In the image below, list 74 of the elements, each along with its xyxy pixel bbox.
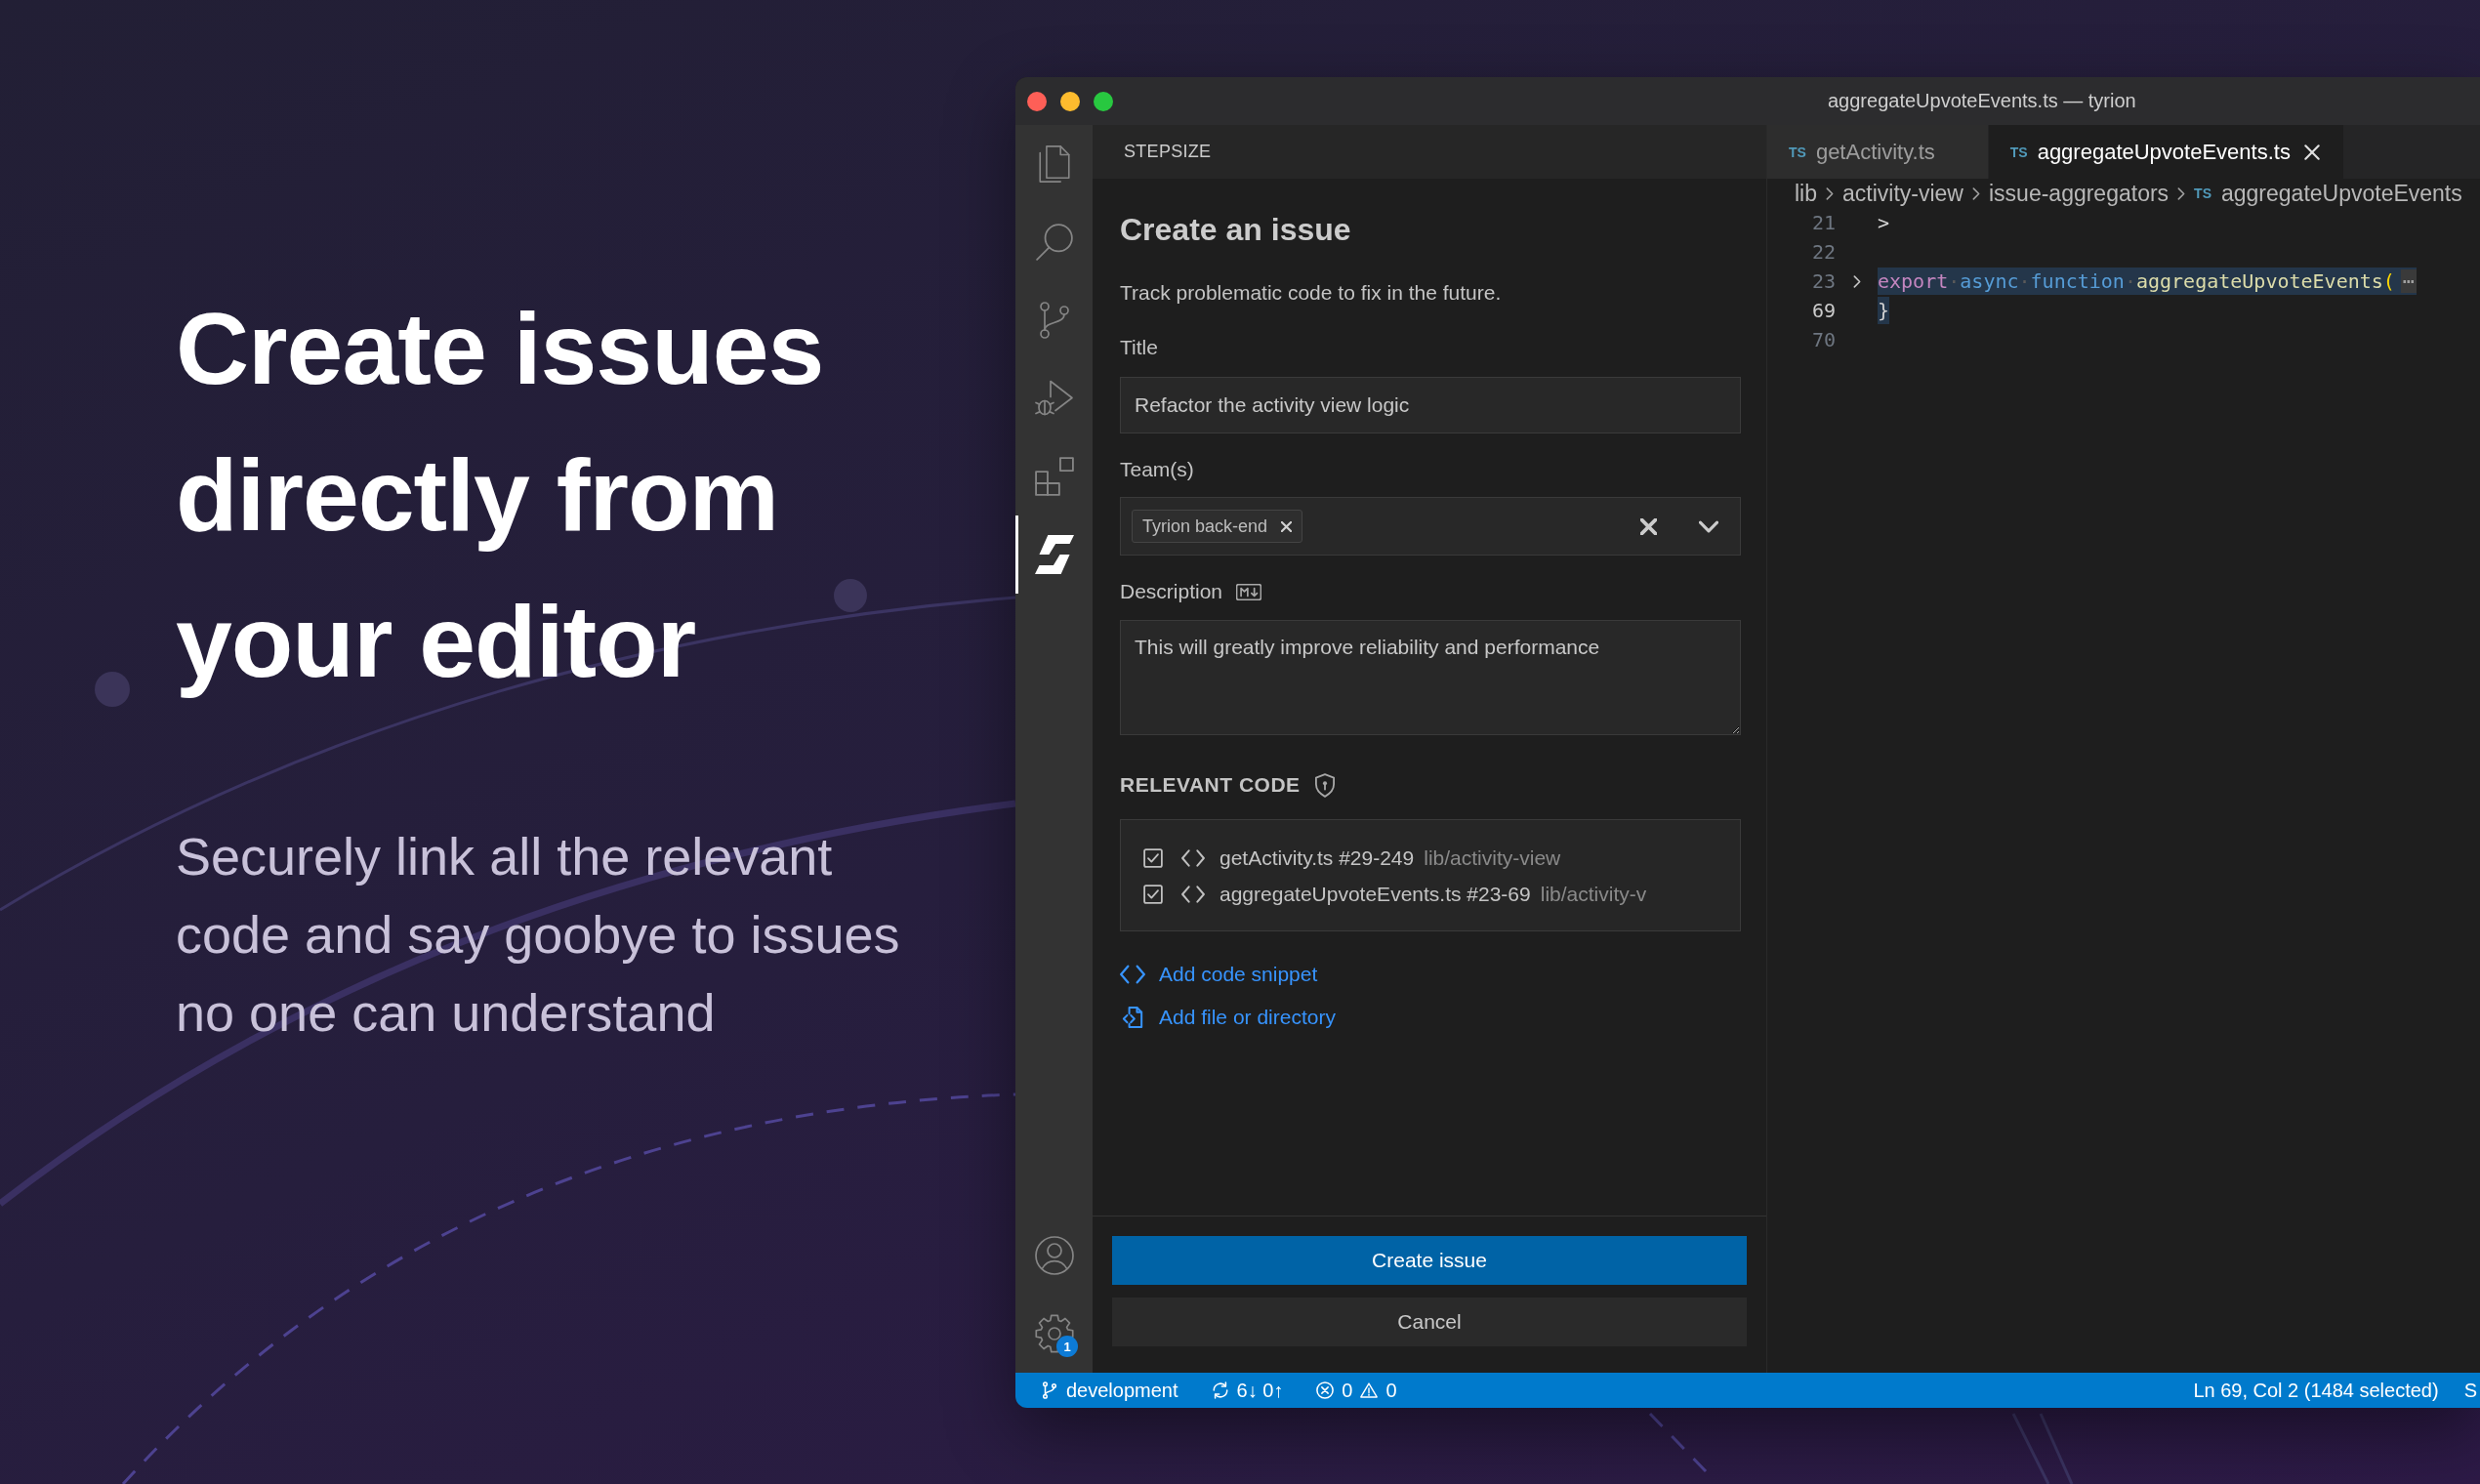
add-file-link[interactable]: Add file or directory — [1120, 1003, 1336, 1032]
branch-status[interactable]: development — [1041, 1379, 1178, 1402]
decorative-dot — [95, 672, 130, 707]
file-type-label: TS — [2009, 144, 2028, 160]
cancel-button[interactable]: Cancel — [1112, 1298, 1747, 1346]
window-title: aggregateUpvoteEvents.ts — tyrion — [1828, 90, 2136, 112]
checkbox[interactable] — [1143, 884, 1163, 904]
description-field[interactable]: This will greatly improve reliability and performance — [1120, 620, 1741, 735]
intro-text: Track problematic code to fix in the future. — [1120, 280, 1502, 306]
editor-tab[interactable]: TS aggregateUpvoteEvents.ts — [1988, 125, 2344, 179]
status-item[interactable]: S — [2463, 1379, 2477, 1402]
problems-status[interactable]: 0 0 — [1316, 1379, 1397, 1402]
field-label: Title — [1120, 335, 1158, 360]
search-icon[interactable] — [1034, 223, 1074, 262]
snippet-name: aggregateUpvoteEvents.ts #23-69 — [1219, 882, 1531, 906]
section-heading: RELEVANT CODE — [1120, 772, 1301, 798]
snippet-name: getActivity.ts #29-249 — [1219, 845, 1415, 870]
field-label: Team(s) — [1120, 457, 1194, 482]
logo-icon[interactable] — [1034, 535, 1074, 574]
checkbox[interactable] — [1143, 847, 1163, 868]
code-line: > — [1878, 210, 1890, 236]
settings-icon[interactable] — [1034, 1314, 1074, 1353]
error-icon — [1316, 1381, 1335, 1399]
headline: Create issues directly from your editor — [176, 291, 825, 700]
editor-tab[interactable]: TS getActivity.ts — [1767, 125, 1989, 179]
snippet-path: lib/activity-v — [1540, 882, 1647, 906]
breadcrumb-item[interactable]: activity-view — [1842, 180, 1963, 207]
line-number: 22 — [1810, 240, 1836, 264]
remove-icon[interactable] — [1281, 520, 1293, 532]
line-number: 21 — [1810, 211, 1836, 234]
code-icon — [1181, 848, 1205, 867]
close-button[interactable] — [1027, 91, 1047, 111]
branch-icon — [1041, 1381, 1058, 1399]
code-icon — [1120, 964, 1145, 985]
snippet-path: lib/activity-view — [1424, 845, 1561, 870]
tag-label: Tyrion back-end — [1142, 515, 1268, 537]
shield-icon — [1313, 772, 1336, 798]
file-type-label: TS — [1789, 144, 1806, 160]
team-select[interactable]: Tyrion back-end — [1120, 497, 1741, 556]
breadcrumb-item[interactable]: lib — [1795, 180, 1817, 207]
warning-icon — [1360, 1381, 1379, 1399]
line-number: 69 — [1810, 299, 1836, 322]
chevron-right-icon — [1972, 186, 1980, 200]
breadcrumb-item[interactable]: issue-aggregators — [1989, 180, 2170, 207]
markdown-icon — [1236, 583, 1262, 600]
title-field[interactable]: Refactor the activity view logic — [1120, 377, 1741, 433]
subtitle: Securely link all the relevant code and say goobye to issues no one can understand — [176, 826, 901, 1044]
sync-icon — [1211, 1381, 1229, 1399]
notification-badge: 1 — [1056, 1336, 1078, 1357]
blocks-icon[interactable] — [1034, 457, 1074, 496]
line-number: 70 — [1810, 328, 1836, 351]
chevron-right-icon — [2177, 186, 2186, 200]
breadcrumb-item[interactable]: TS aggregateUpvoteEvents — [2194, 180, 2462, 207]
chevron-right-icon[interactable] — [1852, 274, 1861, 288]
add-snippet-link[interactable]: Add code snippet — [1120, 960, 1318, 989]
sync-status[interactable]: 6↓ 0↑ — [1211, 1379, 1284, 1402]
close-icon[interactable] — [2303, 144, 2320, 160]
field-label: Description — [1120, 579, 1223, 604]
line-number: 23 — [1810, 269, 1836, 293]
minimize-button[interactable] — [1060, 91, 1080, 111]
chevron-down-icon[interactable] — [1699, 519, 1718, 533]
chevron-right-icon — [1826, 186, 1834, 200]
code-icon — [1181, 885, 1205, 903]
play-bug-icon[interactable] — [1034, 379, 1074, 418]
clear-icon[interactable] — [1640, 517, 1657, 535]
file-code-icon — [1120, 1007, 1145, 1028]
file-type-label: TS — [2194, 186, 2211, 201]
submit-button[interactable]: Create issue — [1112, 1236, 1747, 1285]
panel-title: STEPSIZE — [1124, 142, 1212, 162]
form-heading: Create an issue — [1120, 211, 1351, 249]
decorative-dot — [834, 579, 867, 612]
account-icon[interactable] — [1034, 1236, 1074, 1275]
status-item[interactable]: Ln 69, Col 2 (1484 selected) — [2193, 1379, 2439, 1402]
maximize-button[interactable] — [1094, 91, 1113, 111]
